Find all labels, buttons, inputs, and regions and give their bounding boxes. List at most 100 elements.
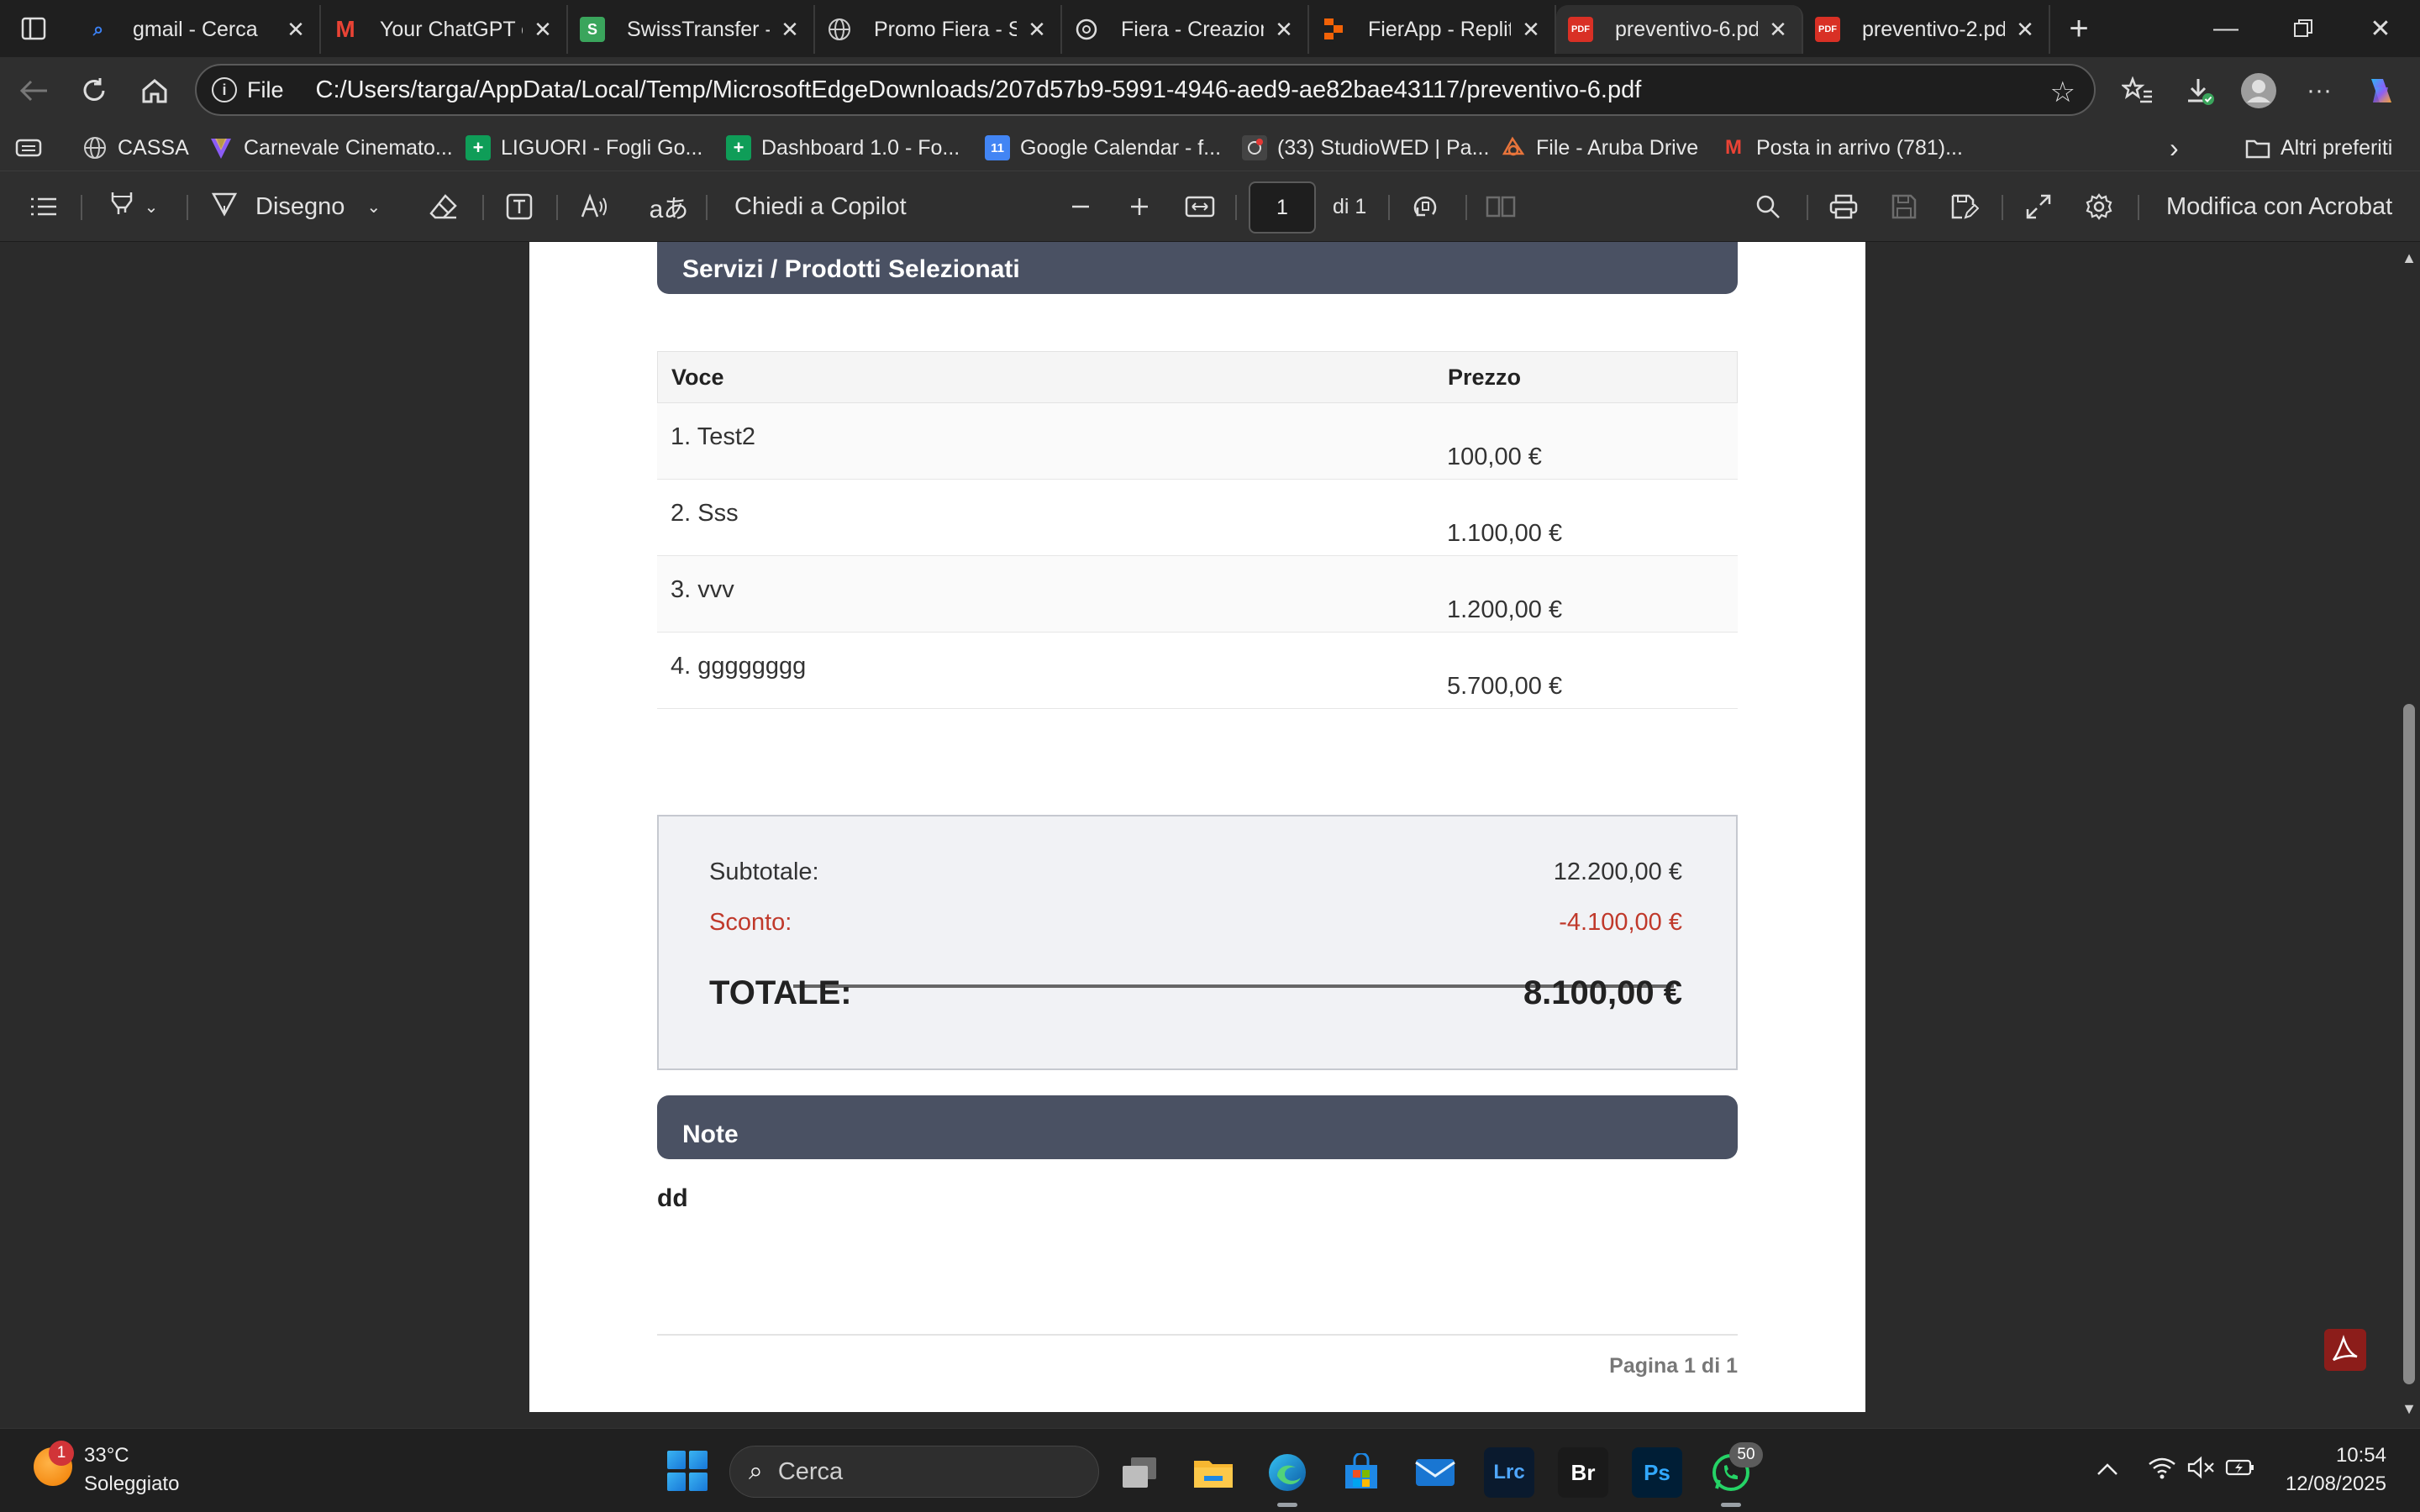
close-tab-icon[interactable]: ✕ — [1025, 17, 1049, 42]
favorite-dashboard[interactable]: + Dashboard 1.0 - Fo... — [726, 133, 960, 163]
file-explorer-icon[interactable] — [1188, 1447, 1239, 1498]
rotate-icon[interactable] — [1407, 188, 1444, 225]
task-view-icon[interactable] — [1114, 1447, 1165, 1498]
eraser-icon[interactable] — [425, 188, 462, 225]
table-header: Voce Prezzo — [657, 351, 1738, 403]
favorites-icon[interactable] — [2118, 71, 2158, 111]
wifi-icon[interactable] — [2148, 1456, 2176, 1486]
search-icon[interactable] — [1749, 188, 1786, 225]
refresh-icon[interactable] — [74, 71, 114, 111]
back-icon[interactable] — [13, 71, 54, 111]
microsoft-store-icon[interactable] — [1336, 1447, 1386, 1498]
edge-icon[interactable] — [1262, 1447, 1313, 1498]
tab-promo-fiera[interactable]: Promo Fiera - St ✕ — [815, 5, 1062, 54]
copilot-icon[interactable] — [2361, 71, 2402, 111]
page-number-input[interactable]: 1 — [1249, 181, 1316, 234]
settings-gear-icon[interactable] — [2081, 188, 2118, 225]
tab-chatgpt[interactable]: M Your ChatGPT co ✕ — [321, 5, 568, 54]
clock-time[interactable]: 10:54 — [2336, 1444, 2386, 1467]
home-icon[interactable] — [134, 71, 175, 111]
tab-preventivo-2[interactable]: PDF preventivo-2.pd ✕ — [1803, 5, 2050, 54]
vertical-scrollbar[interactable]: ▲ ▼ — [2396, 242, 2420, 1428]
save-icon[interactable] — [1886, 188, 1923, 225]
close-tab-icon[interactable]: ✕ — [1272, 17, 1296, 42]
close-tab-icon[interactable]: ✕ — [284, 17, 308, 42]
profile-avatar-icon[interactable] — [2238, 71, 2279, 111]
close-tab-icon[interactable]: ✕ — [778, 17, 802, 42]
address-url[interactable]: C:/Users/targa/AppData/Local/Temp/Micros… — [316, 76, 1642, 104]
close-tab-icon[interactable]: ✕ — [2013, 17, 2037, 42]
tab-gmail-search[interactable]: ⌕ gmail - Cerca ✕ — [74, 5, 321, 54]
tab-swisstransfer[interactable]: S SwissTransfer - I ✕ — [568, 5, 815, 54]
weather-temperature[interactable]: 33°C — [84, 1444, 129, 1467]
favorite-aruba-drive[interactable]: File - Aruba Drive — [1501, 133, 1698, 163]
zoom-out-icon[interactable] — [1062, 188, 1099, 225]
acrobat-icon[interactable] — [2324, 1329, 2366, 1371]
tab-fierapp-replit[interactable]: FierApp - Replit ✕ — [1309, 5, 1556, 54]
translate-icon[interactable]: aあ — [650, 188, 689, 225]
info-icon[interactable]: i — [212, 77, 237, 102]
tab-label: FierApp - Replit — [1368, 17, 1511, 41]
restore-icon[interactable] — [2265, 8, 2341, 49]
more-menu-icon[interactable]: ··· — [2299, 71, 2339, 111]
scroll-down-icon[interactable]: ▼ — [2402, 1401, 2417, 1416]
read-aloud-icon[interactable] — [576, 188, 613, 225]
close-tab-icon[interactable]: ✕ — [1519, 17, 1543, 42]
contents-list-icon[interactable] — [27, 188, 60, 225]
tab-preventivo-6[interactable]: PDF preventivo-6.pd ✕ — [1556, 5, 1803, 54]
ask-copilot-button[interactable]: Chiedi a Copilot — [734, 188, 907, 225]
tab-fiera-creazione[interactable]: Fiera - Creazion ✕ — [1062, 5, 1309, 54]
weather-description[interactable]: Soleggiato — [84, 1473, 179, 1496]
downloads-icon[interactable] — [2180, 71, 2220, 111]
mail-icon[interactable] — [1410, 1447, 1460, 1498]
start-button[interactable] — [667, 1451, 708, 1491]
favorites-overflow-chevron-icon[interactable]: › — [2170, 133, 2179, 163]
favorite-cassa[interactable]: CASSA — [82, 133, 189, 163]
tab-bar: ⌕ gmail - Cerca ✕ M Your ChatGPT co ✕ S … — [0, 0, 2420, 57]
close-tab-icon[interactable]: ✕ — [531, 17, 555, 42]
photoshop-icon[interactable]: Ps — [1632, 1447, 1682, 1498]
total-label: TOTALE: — [709, 974, 852, 1011]
pdf-toolbar: ⌄ Disegno ⌄ aあ Chiedi a Copilot 1 di 1 M… — [0, 171, 2420, 242]
battery-charging-icon[interactable] — [2225, 1456, 2255, 1486]
scroll-up-icon[interactable]: ▲ — [2402, 250, 2417, 265]
pdf-viewer[interactable]: Servizi / Prodotti Selezionati Voce Prez… — [0, 242, 2420, 1428]
scrollbar-thumb[interactable] — [2403, 704, 2415, 1384]
fullscreen-icon[interactable] — [2020, 188, 2057, 225]
close-window-icon[interactable]: ✕ — [2343, 8, 2418, 49]
clock-date[interactable]: 12/08/2025 — [2286, 1473, 2386, 1496]
volume-muted-icon[interactable] — [2186, 1456, 2215, 1486]
favorite-carnevale[interactable]: Carnevale Cinemato... — [208, 133, 453, 163]
save-as-icon[interactable] — [1946, 188, 1983, 225]
favorite-liguori[interactable]: + LIGUORI - Fogli Go... — [466, 133, 702, 163]
search-placeholder: Cerca — [777, 1457, 844, 1485]
toolbar-divider — [187, 195, 188, 220]
address-bar[interactable]: i File C:/Users/targa/AppData/Local/Temp… — [195, 64, 2096, 116]
minimize-icon[interactable]: — — [2188, 8, 2264, 49]
highlight-tool[interactable]: ⌄ — [99, 188, 166, 225]
reading-list-icon[interactable] — [15, 133, 42, 163]
zoom-in-icon[interactable] — [1121, 188, 1158, 225]
tab-label: Promo Fiera - St — [874, 17, 1017, 41]
print-icon[interactable] — [1825, 188, 1862, 225]
favorite-studiowed[interactable]: (33) StudioWED | Pa... — [1242, 133, 1489, 163]
lightroom-classic-icon[interactable]: Lrc — [1484, 1447, 1534, 1498]
favorite-google-calendar[interactable]: 11 Google Calendar - f... — [985, 133, 1221, 163]
favorite-star-icon[interactable]: ☆ — [2050, 76, 2075, 109]
other-favorites-folder[interactable]: Altri preferiti — [2245, 133, 2392, 163]
item-description: 1. Test2 — [671, 423, 756, 450]
edit-with-acrobat-button[interactable]: Modifica con Acrobat — [2166, 188, 2392, 225]
taskbar-search[interactable]: ⌕ Cerca — [729, 1446, 1099, 1498]
new-tab-button[interactable]: + — [2060, 10, 2097, 47]
add-text-icon[interactable] — [501, 188, 538, 225]
draw-tool[interactable]: Disegno ⌄ — [210, 188, 395, 225]
tray-overflow-chevron-icon[interactable] — [2096, 1456, 2119, 1484]
sidebar-toggle-icon[interactable] — [15, 12, 52, 45]
close-tab-icon[interactable]: ✕ — [1766, 17, 1790, 42]
fit-width-icon[interactable] — [1181, 188, 1218, 225]
bridge-icon[interactable]: Br — [1558, 1447, 1608, 1498]
page-view-icon[interactable] — [1482, 188, 1519, 225]
chevron-down-icon[interactable]: ⌄ — [145, 197, 159, 218]
favorite-posta-in-arrivo[interactable]: M Posta in arrivo (781)... — [1721, 133, 1963, 163]
chevron-down-icon[interactable]: ⌄ — [366, 197, 381, 218]
